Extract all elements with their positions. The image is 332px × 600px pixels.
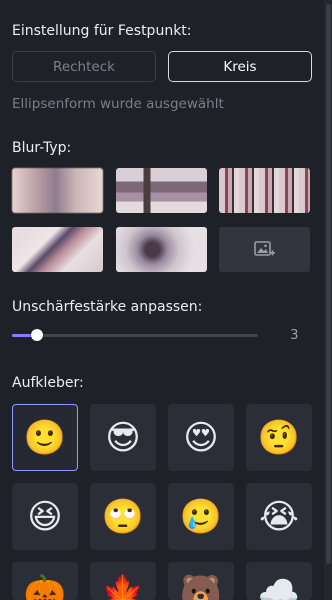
strength-title: Unschärfestärke anpassen: [12,299,203,315]
sticker-item[interactable]: 🙄 [90,483,156,550]
sticker-item[interactable]: 😆 [12,483,78,550]
add-image-icon [253,240,275,256]
stickers-title: Aufkleber: [12,375,84,391]
sticker-item[interactable]: 😭 [246,483,312,550]
shape-hint-text: Ellipsenform wurde ausgewählt [12,96,224,112]
circle-option-button[interactable]: Kreis [168,51,312,82]
sticker-item[interactable]: 🍁 [90,562,156,600]
add-blur-button[interactable] [219,227,310,272]
fixpoint-title: Einstellung für Festpunkt: [12,23,192,39]
rectangle-option-button[interactable]: Rechteck [12,51,156,82]
strength-value: 3 [290,327,299,343]
sticker-item[interactable]: 🎃 [12,562,78,600]
blur-gaussian-thumbnail[interactable] [12,168,103,213]
scrollbar-thumb[interactable] [326,4,331,564]
blur-motion-thumbnail[interactable] [219,168,310,213]
sticker-item[interactable]: 🥲 [168,483,234,550]
sticker-item[interactable]: ☁️ [246,562,312,600]
sticker-item[interactable]: 🐻 [168,562,234,600]
sticker-item[interactable]: 😍 [168,404,234,471]
blur-diagonal-thumbnail[interactable] [12,227,103,272]
blur-type-title: Blur-Typ: [12,140,72,156]
sticker-item[interactable]: 😎 [90,404,156,471]
sticker-item[interactable]: 🤨 [246,404,312,471]
blur-scatter-thumbnail[interactable] [116,227,207,272]
sticker-item[interactable]: 🙂 [12,404,78,471]
strength-slider-track[interactable] [12,334,258,337]
blur-mosaic-thumbnail[interactable] [116,168,207,213]
strength-slider-handle[interactable] [30,329,43,341]
